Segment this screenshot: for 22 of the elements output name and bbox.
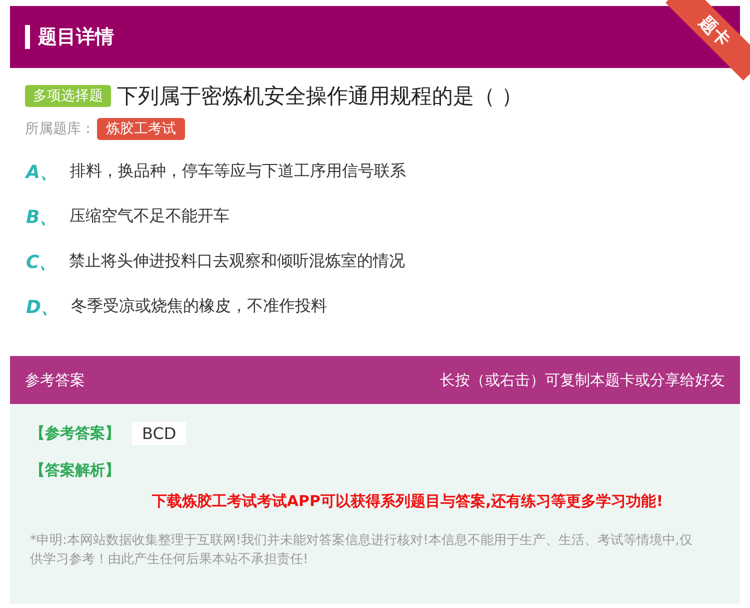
promo-text: 下载炼胶工考试考试APP可以获得系列题目与答案,还有练习等更多学习功能!: [150, 492, 664, 511]
analysis-label: 【答案解析】: [30, 461, 120, 480]
ribbon-label: 题卡: [694, 11, 735, 52]
bank-label: 所属题库：: [25, 120, 95, 138]
option-letter: A、: [26, 160, 58, 184]
bank-tag[interactable]: 炼胶工考试: [97, 118, 185, 140]
share-hint: 长按（或右击）可复制本题卡或分享给好友: [440, 370, 725, 390]
option-text: 排料，换品种，停车等应与下道工序用信号联系: [70, 161, 406, 182]
answer-value: BCD: [132, 422, 186, 445]
disclaimer-text: *申明:本网站数据收集整理于互联网!我们并未能对答案信息进行核对!本信息不能用于生产、生活、考试等情境中,仅供学习参考！由此产生任何后果本站不承担责任!: [30, 532, 694, 569]
answer-title: 参考答案: [25, 370, 85, 390]
question-type-badge: 多项选择题: [25, 85, 111, 107]
title-marker: [25, 25, 30, 49]
answer-label: 【参考答案】: [30, 424, 120, 443]
option-letter: D、: [26, 296, 59, 318]
option-text: 冬季受凉或烧焦的橡皮，不准作投料: [70, 296, 327, 317]
option-text: 压缩空气不足不能开车: [70, 206, 230, 227]
option-letter: B、: [26, 206, 58, 228]
page-title: 题目详情: [38, 25, 114, 50]
option-text: 禁止将头伸进投料口去观察和倾听混炼室的情况: [69, 251, 406, 272]
option-letter: C、: [26, 250, 58, 274]
question-text: 下列属于密炼机安全操作通用规程的是（ ）: [117, 83, 523, 110]
